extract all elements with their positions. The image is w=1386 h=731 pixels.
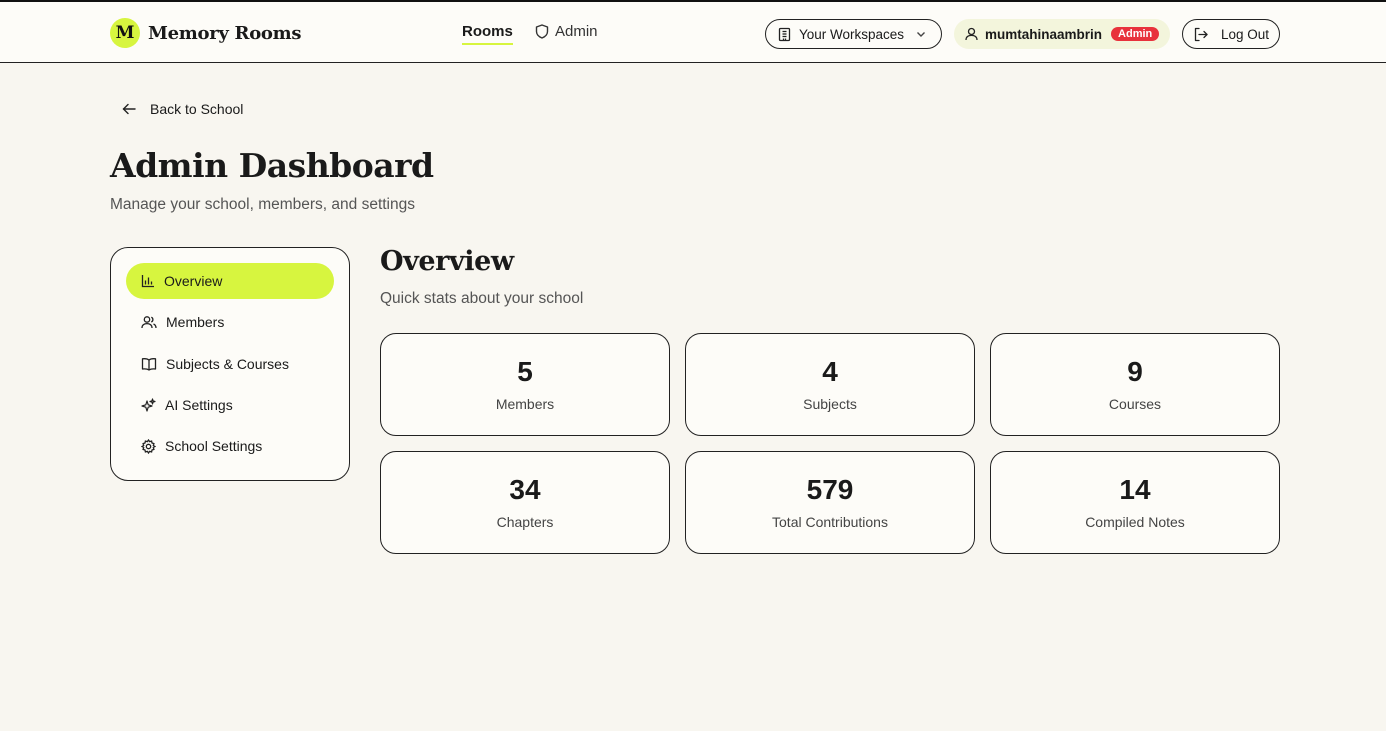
stat-card-total-contributions: 579 Total Contributions [685,451,975,554]
building-icon [777,27,792,42]
stat-value: 9 [1127,356,1143,387]
sidebar-item-label: Overview [164,273,223,289]
top-navigation-bar: M Memory Rooms Rooms Admin Your Workspac… [0,0,1386,63]
stat-label: Members [495,396,555,412]
gear-icon [141,438,156,454]
workspaces-label: Your Workspaces [799,26,905,42]
sidebar-item-overview[interactable]: Overview [126,263,334,299]
users-icon [141,315,157,329]
shield-icon [535,24,549,39]
nav-admin[interactable]: Admin [535,23,598,40]
sidebar-item-school-settings[interactable]: School Settings [126,428,334,464]
logout-button[interactable]: Log Out [1182,19,1280,49]
sparkles-icon [141,397,156,413]
page-subtitle: Manage your school, members, and setting… [110,196,415,213]
logout-icon [1193,27,1209,42]
stat-value: 579 [806,474,854,505]
stat-label: Total Contributions [772,514,888,530]
stat-value: 34 [509,474,541,505]
stat-card-members: 5 Members [380,333,670,436]
app-logo[interactable]: M Memory Rooms [110,18,302,48]
back-link-label: Back to School [150,101,244,117]
sidebar-item-label: Members [166,314,225,330]
overview-subtitle: Quick stats about your school [380,290,584,307]
sidebar-item-label: School Settings [165,438,263,454]
stat-label: Chapters [496,514,554,530]
role-badge: Admin [1111,27,1160,41]
user-icon [965,27,978,41]
back-to-school-link[interactable]: Back to School [122,101,243,117]
stat-card-compiled-notes: 14 Compiled Notes [990,451,1280,554]
stat-value: 4 [822,356,838,387]
arrow-left-icon [122,103,136,115]
chevron-down-icon [915,28,927,40]
logout-label: Log Out [1221,26,1270,42]
stat-card-subjects: 4 Subjects [685,333,975,436]
stat-label: Courses [1108,396,1162,412]
sidebar-item-label: Subjects & Courses [166,356,289,372]
book-icon [141,357,157,371]
sidebar-item-subjects-courses[interactable]: Subjects & Courses [126,346,334,382]
workspaces-dropdown[interactable]: Your Workspaces [765,19,942,49]
page-title: Admin Dashboard [110,146,434,185]
stat-value: 14 [1119,474,1151,505]
stat-label: Compiled Notes [1085,514,1185,530]
sidebar-item-ai-settings[interactable]: AI Settings [126,387,334,423]
sidebar-item-members[interactable]: Members [126,304,334,340]
stat-label: Subjects [803,396,857,412]
nav-rooms[interactable]: Rooms [462,23,513,45]
nav-admin-label: Admin [555,23,598,40]
stat-card-chapters: 34 Chapters [380,451,670,554]
app-name: Memory Rooms [148,22,302,44]
stat-card-courses: 9 Courses [990,333,1280,436]
sidebar-item-label: AI Settings [165,397,233,413]
username: mumtahinaambrin [985,26,1103,42]
user-chip[interactable]: mumtahinaambrin Admin [954,19,1170,49]
admin-sidebar: Overview Members Subjects & Courses AI S… [110,247,350,481]
logo-badge: M [110,18,140,48]
stat-value: 5 [517,356,533,387]
bar-chart-icon [141,274,155,288]
overview-title: Overview [380,246,514,277]
